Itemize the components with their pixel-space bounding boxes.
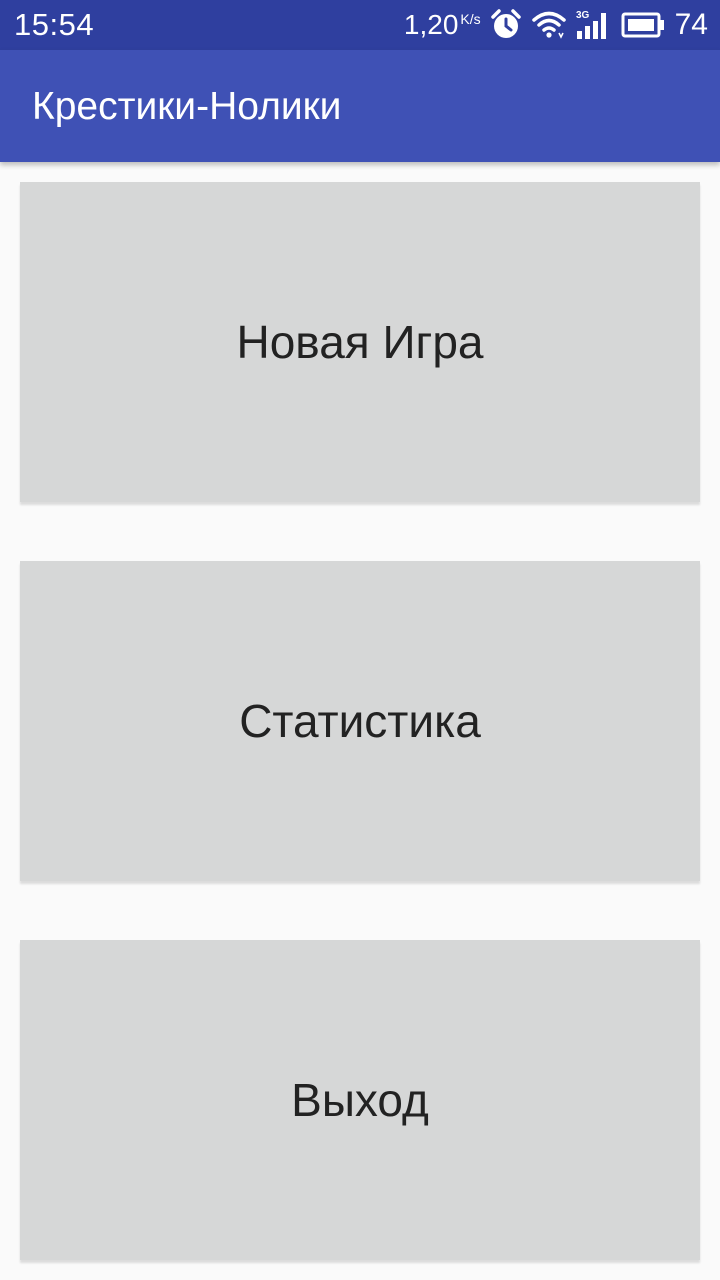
alarm-icon xyxy=(489,8,523,42)
new-game-button[interactable]: Новая Игра xyxy=(20,182,700,502)
exit-button[interactable]: Выход xyxy=(20,940,700,1260)
statistics-button[interactable]: Статистика xyxy=(20,561,700,881)
app-bar: Крестики-Нолики xyxy=(0,50,720,162)
svg-text:3G: 3G xyxy=(576,10,590,21)
new-game-label: Новая Игра xyxy=(236,316,484,368)
network-speed-unit: K/s xyxy=(460,11,481,27)
status-icons: 1,20 K/s 3G 74 xyxy=(404,5,708,45)
cell-signal-icon: 3G xyxy=(575,9,613,41)
status-time: 15:54 xyxy=(14,7,95,42)
wifi-icon xyxy=(531,9,567,41)
network-speed: 1,20 K/s xyxy=(404,9,481,41)
battery-icon xyxy=(621,12,665,38)
battery-level: 74 xyxy=(674,8,708,41)
status-bar: 15:54 1,20 K/s 3G 74 xyxy=(0,0,720,50)
statistics-label: Статистика xyxy=(239,695,481,747)
app-title: Крестики-Нолики xyxy=(32,85,342,128)
network-speed-value: 1,20 xyxy=(403,9,459,40)
exit-label: Выход xyxy=(291,1074,429,1126)
